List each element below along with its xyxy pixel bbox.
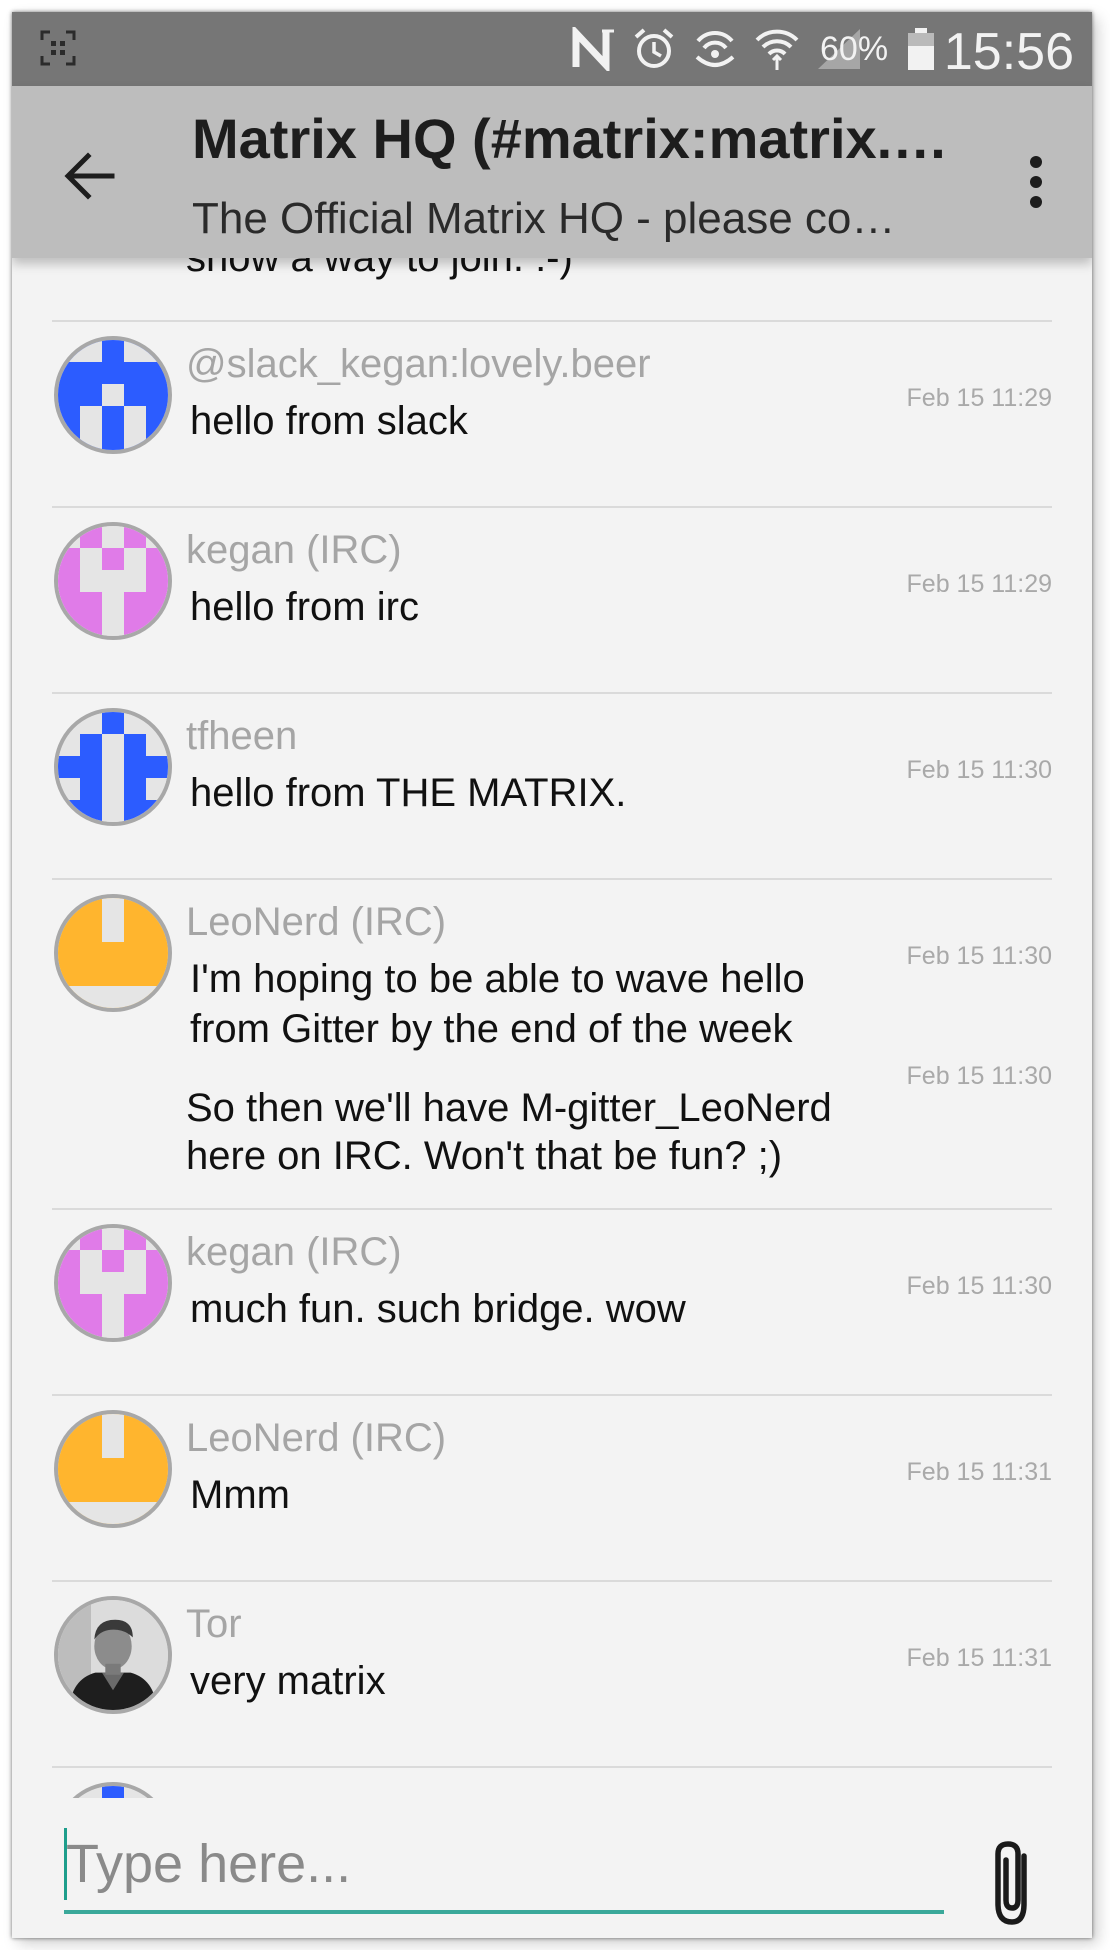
divider [52, 1580, 1052, 1582]
divider [52, 506, 1052, 508]
divider [52, 692, 1052, 694]
user-photo [58, 1600, 168, 1710]
message-timestamp: Feb 15 11:29 [906, 570, 1052, 598]
divider [52, 320, 1052, 322]
message-composer [12, 1798, 1092, 1938]
message-timestamp: Feb 15 11:30 [906, 942, 1052, 970]
identicon [58, 526, 168, 636]
hotspot-icon [695, 30, 735, 67]
room-toolbar: Matrix HQ (#matrix:matrix.… The Official… [12, 86, 1092, 258]
identicon [58, 340, 168, 450]
message-body: I'm hoping to be able to wave hello from… [190, 957, 805, 1051]
message-body: very matrix [190, 1659, 386, 1703]
wifi-icon [755, 29, 799, 70]
arrow-back-icon[interactable] [60, 146, 120, 206]
divider [52, 878, 1052, 880]
message-timestamp: Feb 15 11:31 [906, 1458, 1052, 1486]
message-body: Mmm [190, 1473, 290, 1517]
alarm-icon [634, 28, 674, 68]
avatar[interactable] [54, 1224, 172, 1342]
sender-name[interactable]: LeoNerd (IRC) [186, 1416, 446, 1461]
sender-name[interactable]: tfheen [186, 714, 297, 759]
sender-name[interactable]: Tor [186, 1602, 242, 1647]
message-timeline[interactable]: show a way to join. :-) @slack_kegan:lov… [12, 258, 1092, 1798]
message-timestamp: Feb 15 11:30 [906, 756, 1052, 784]
avatar[interactable] [54, 708, 172, 826]
message-body: hello from slack [190, 399, 468, 443]
more-vert-icon[interactable] [1016, 152, 1056, 212]
message-timestamp: Feb 15 11:30 [906, 1272, 1052, 1300]
room-topic[interactable]: The Official Matrix HQ - please co… [192, 194, 962, 244]
avatar[interactable] [54, 522, 172, 640]
sender-name[interactable]: @slack_kegan:lovely.beer [186, 342, 651, 387]
identicon [58, 1228, 168, 1338]
sender-name[interactable]: LeoNerd (IRC) [186, 900, 446, 945]
message-body: much fun. such bridge. wow [190, 1287, 686, 1331]
message-timestamp: Feb 15 11:30 [906, 1062, 1052, 1090]
app-window: 60% 15:56 Matrix HQ (#matrix:matrix.… Th… [12, 12, 1092, 1938]
nfc-icon [572, 27, 614, 71]
sender-name[interactable]: kegan (IRC) [186, 528, 402, 573]
identicon [58, 712, 168, 822]
message-body: hello from THE MATRIX. [190, 771, 627, 815]
status-icons [572, 24, 862, 74]
paperclip-icon[interactable] [984, 1838, 1044, 1930]
message-body: hello from irc [190, 585, 419, 629]
message-timestamp: Feb 15 11:31 [906, 1644, 1052, 1672]
partial-message-text: show a way to join. :-) [186, 258, 573, 280]
clock: 15:56 [943, 23, 1074, 81]
identicon [58, 1786, 168, 1798]
identicon [58, 898, 168, 1008]
avatar[interactable] [54, 1410, 172, 1528]
sender-name[interactable]: kegan (IRC) [186, 1230, 402, 1275]
message-timestamp: Feb 15 11:29 [906, 384, 1052, 412]
avatar[interactable] [54, 1782, 172, 1798]
avatar[interactable] [54, 894, 172, 1012]
identicon [58, 1414, 168, 1524]
divider [52, 1208, 1052, 1210]
status-bar: 60% 15:56 [12, 12, 1092, 86]
battery-percent: 60% [820, 30, 889, 68]
avatar[interactable] [54, 336, 172, 454]
input-underline [64, 1910, 944, 1914]
message-body: So then we'll have M-gitter_LeoNerd here… [186, 1086, 832, 1178]
divider [52, 1394, 1052, 1396]
battery-icon [908, 28, 934, 70]
text-caret [64, 1828, 67, 1900]
avatar[interactable] [54, 1596, 172, 1714]
room-title[interactable]: Matrix HQ (#matrix:matrix.… [192, 106, 962, 171]
screenshot-icon [40, 30, 76, 66]
divider [52, 1766, 1052, 1768]
message-input[interactable] [64, 1824, 944, 1904]
